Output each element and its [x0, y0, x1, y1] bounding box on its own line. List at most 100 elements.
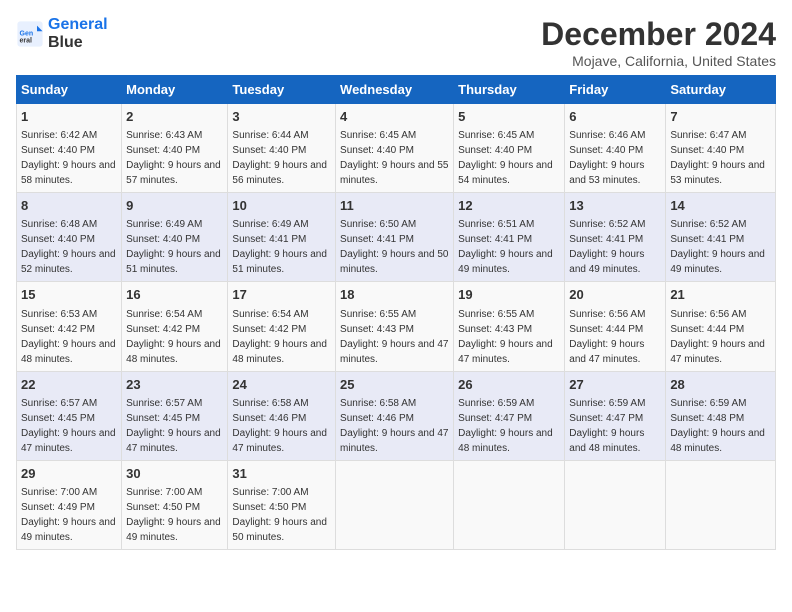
sunrise-info: Sunrise: 7:00 AMSunset: 4:50 PMDaylight:…: [126, 487, 221, 543]
calendar-cell: 17Sunrise: 6:54 AMSunset: 4:42 PMDayligh…: [228, 282, 336, 371]
day-number: 31: [232, 465, 331, 483]
calendar-header-row: SundayMondayTuesdayWednesdayThursdayFrid…: [17, 76, 776, 104]
sunrise-info: Sunrise: 6:44 AMSunset: 4:40 PMDaylight:…: [232, 130, 327, 186]
calendar-cell: 2 Sunrise: 6:43 AMSunset: 4:40 PMDaylight…: [122, 104, 228, 193]
day-number: 13: [569, 197, 661, 215]
day-number: 15: [21, 286, 117, 304]
sunrise-info: Sunrise: 6:58 AMSunset: 4:46 PMDaylight:…: [232, 398, 327, 454]
sunrise-info: Sunrise: 6:48 AMSunset: 4:40 PMDaylight:…: [21, 219, 116, 275]
day-number: 12: [458, 197, 560, 215]
calendar-cell: [666, 460, 776, 549]
calendar-cell: 22 Sunrise: 6:57 AMSunset: 4:45 PMDayligh…: [17, 371, 122, 460]
day-number: 6: [569, 108, 661, 126]
title-area: December 2024 Mojave, California, United…: [541, 16, 776, 69]
sunrise-info: Sunrise: 6:49 AMSunset: 4:40 PMDaylight:…: [126, 219, 221, 275]
day-number: 19: [458, 286, 560, 304]
calendar-week-row: 1Sunrise: 6:42 AMSunset: 4:40 PMDaylight…: [17, 104, 776, 193]
calendar-cell: [336, 460, 454, 549]
svg-text:Gen: Gen: [20, 30, 34, 37]
calendar-cell: 29Sunrise: 7:00 AMSunset: 4:49 PMDayligh…: [17, 460, 122, 549]
day-number: 10: [232, 197, 331, 215]
sunrise-info: Sunrise: 6:53 AMSunset: 4:42 PMDaylight:…: [21, 309, 116, 365]
sunrise-info: Sunrise: 6:52 AMSunset: 4:41 PMDaylight:…: [670, 219, 765, 275]
col-header-tuesday: Tuesday: [228, 76, 336, 104]
calendar-cell: 24 Sunrise: 6:58 AMSunset: 4:46 PMDayligh…: [228, 371, 336, 460]
day-number: 9: [126, 197, 223, 215]
col-header-sunday: Sunday: [17, 76, 122, 104]
day-number: 24: [232, 376, 331, 394]
sunrise-info: Sunrise: 6:57 AMSunset: 4:45 PMDaylight:…: [21, 398, 116, 454]
calendar-table: SundayMondayTuesdayWednesdayThursdayFrid…: [16, 75, 776, 550]
sunrise-info: Sunrise: 6:47 AMSunset: 4:40 PMDaylight:…: [670, 130, 765, 186]
logo-text: General Blue: [48, 16, 108, 51]
calendar-cell: [565, 460, 666, 549]
calendar-cell: 7Sunrise: 6:47 AMSunset: 4:40 PMDaylight…: [666, 104, 776, 193]
day-number: 3: [232, 108, 331, 126]
day-number: 14: [670, 197, 771, 215]
day-number: 5: [458, 108, 560, 126]
calendar-cell: 18 Sunrise: 6:55 AMSunset: 4:43 PMDayligh…: [336, 282, 454, 371]
calendar-cell: 13 Sunrise: 6:52 AMSunset: 4:41 PMDayligh…: [565, 193, 666, 282]
sunrise-info: Sunrise: 6:43 AMSunset: 4:40 PMDaylight:…: [126, 130, 221, 186]
calendar-cell: 6Sunrise: 6:46 AMSunset: 4:40 PMDaylight…: [565, 104, 666, 193]
header: Gen eral General Blue December 2024 Moja…: [16, 16, 776, 69]
calendar-cell: 19 Sunrise: 6:55 AMSunset: 4:43 PMDayligh…: [454, 282, 565, 371]
calendar-cell: 5 Sunrise: 6:45 AMSunset: 4:40 PMDaylight…: [454, 104, 565, 193]
sunrise-info: Sunrise: 6:55 AMSunset: 4:43 PMDaylight:…: [458, 309, 553, 365]
sunrise-info: Sunrise: 7:00 AMSunset: 4:49 PMDaylight:…: [21, 487, 116, 543]
day-number: 2: [126, 108, 223, 126]
sunrise-info: Sunrise: 6:57 AMSunset: 4:45 PMDaylight:…: [126, 398, 221, 454]
sunrise-info: Sunrise: 7:00 AMSunset: 4:50 PMDaylight:…: [232, 487, 327, 543]
sunrise-info: Sunrise: 6:58 AMSunset: 4:46 PMDaylight:…: [340, 398, 448, 454]
col-header-wednesday: Wednesday: [336, 76, 454, 104]
calendar-cell: 31 Sunrise: 7:00 AMSunset: 4:50 PMDayligh…: [228, 460, 336, 549]
sunrise-info: Sunrise: 6:52 AMSunset: 4:41 PMDaylight:…: [569, 219, 645, 275]
sunrise-info: Sunrise: 6:59 AMSunset: 4:48 PMDaylight:…: [670, 398, 765, 454]
calendar-cell: 9 Sunrise: 6:49 AMSunset: 4:40 PMDaylight…: [122, 193, 228, 282]
calendar-cell: 4Sunrise: 6:45 AMSunset: 4:40 PMDaylight…: [336, 104, 454, 193]
calendar-cell: 25 Sunrise: 6:58 AMSunset: 4:46 PMDayligh…: [336, 371, 454, 460]
sunrise-info: Sunrise: 6:59 AMSunset: 4:47 PMDaylight:…: [458, 398, 553, 454]
day-number: 22: [21, 376, 117, 394]
sunrise-info: Sunrise: 6:59 AMSunset: 4:47 PMDaylight:…: [569, 398, 645, 454]
day-number: 25: [340, 376, 449, 394]
calendar-cell: 14 Sunrise: 6:52 AMSunset: 4:41 PMDayligh…: [666, 193, 776, 282]
calendar-cell: 16Sunrise: 6:54 AMSunset: 4:42 PMDayligh…: [122, 282, 228, 371]
calendar-cell: 11 Sunrise: 6:50 AMSunset: 4:41 PMDayligh…: [336, 193, 454, 282]
day-number: 21: [670, 286, 771, 304]
col-header-saturday: Saturday: [666, 76, 776, 104]
svg-text:eral: eral: [20, 37, 33, 44]
calendar-week-row: 8Sunrise: 6:48 AMSunset: 4:40 PMDaylight…: [17, 193, 776, 282]
calendar-cell: 3 Sunrise: 6:44 AMSunset: 4:40 PMDaylight…: [228, 104, 336, 193]
calendar-cell: 23 Sunrise: 6:57 AMSunset: 4:45 PMDayligh…: [122, 371, 228, 460]
calendar-week-row: 15 Sunrise: 6:53 AMSunset: 4:42 PMDayligh…: [17, 282, 776, 371]
day-number: 27: [569, 376, 661, 394]
day-number: 4: [340, 108, 449, 126]
day-number: 11: [340, 197, 449, 215]
calendar-week-row: 29Sunrise: 7:00 AMSunset: 4:49 PMDayligh…: [17, 460, 776, 549]
sunrise-info: Sunrise: 6:51 AMSunset: 4:41 PMDaylight:…: [458, 219, 553, 275]
calendar-cell: 1Sunrise: 6:42 AMSunset: 4:40 PMDaylight…: [17, 104, 122, 193]
calendar-week-row: 22 Sunrise: 6:57 AMSunset: 4:45 PMDayligh…: [17, 371, 776, 460]
calendar-cell: 12 Sunrise: 6:51 AMSunset: 4:41 PMDayligh…: [454, 193, 565, 282]
day-number: 18: [340, 286, 449, 304]
col-header-monday: Monday: [122, 76, 228, 104]
logo-icon: Gen eral: [16, 20, 44, 48]
calendar-cell: 20Sunrise: 6:56 AMSunset: 4:44 PMDayligh…: [565, 282, 666, 371]
calendar-cell: 10Sunrise: 6:49 AMSunset: 4:41 PMDayligh…: [228, 193, 336, 282]
day-number: 20: [569, 286, 661, 304]
day-number: 17: [232, 286, 331, 304]
calendar-cell: 8Sunrise: 6:48 AMSunset: 4:40 PMDaylight…: [17, 193, 122, 282]
logo: Gen eral General Blue: [16, 16, 108, 51]
day-number: 23: [126, 376, 223, 394]
day-number: 26: [458, 376, 560, 394]
sunrise-info: Sunrise: 6:45 AMSunset: 4:40 PMDaylight:…: [458, 130, 553, 186]
calendar-cell: 26 Sunrise: 6:59 AMSunset: 4:47 PMDayligh…: [454, 371, 565, 460]
col-header-friday: Friday: [565, 76, 666, 104]
page-subtitle: Mojave, California, United States: [541, 53, 776, 69]
sunrise-info: Sunrise: 6:50 AMSunset: 4:41 PMDaylight:…: [340, 219, 448, 275]
calendar-cell: 21Sunrise: 6:56 AMSunset: 4:44 PMDayligh…: [666, 282, 776, 371]
day-number: 28: [670, 376, 771, 394]
col-header-thursday: Thursday: [454, 76, 565, 104]
sunrise-info: Sunrise: 6:55 AMSunset: 4:43 PMDaylight:…: [340, 309, 448, 365]
